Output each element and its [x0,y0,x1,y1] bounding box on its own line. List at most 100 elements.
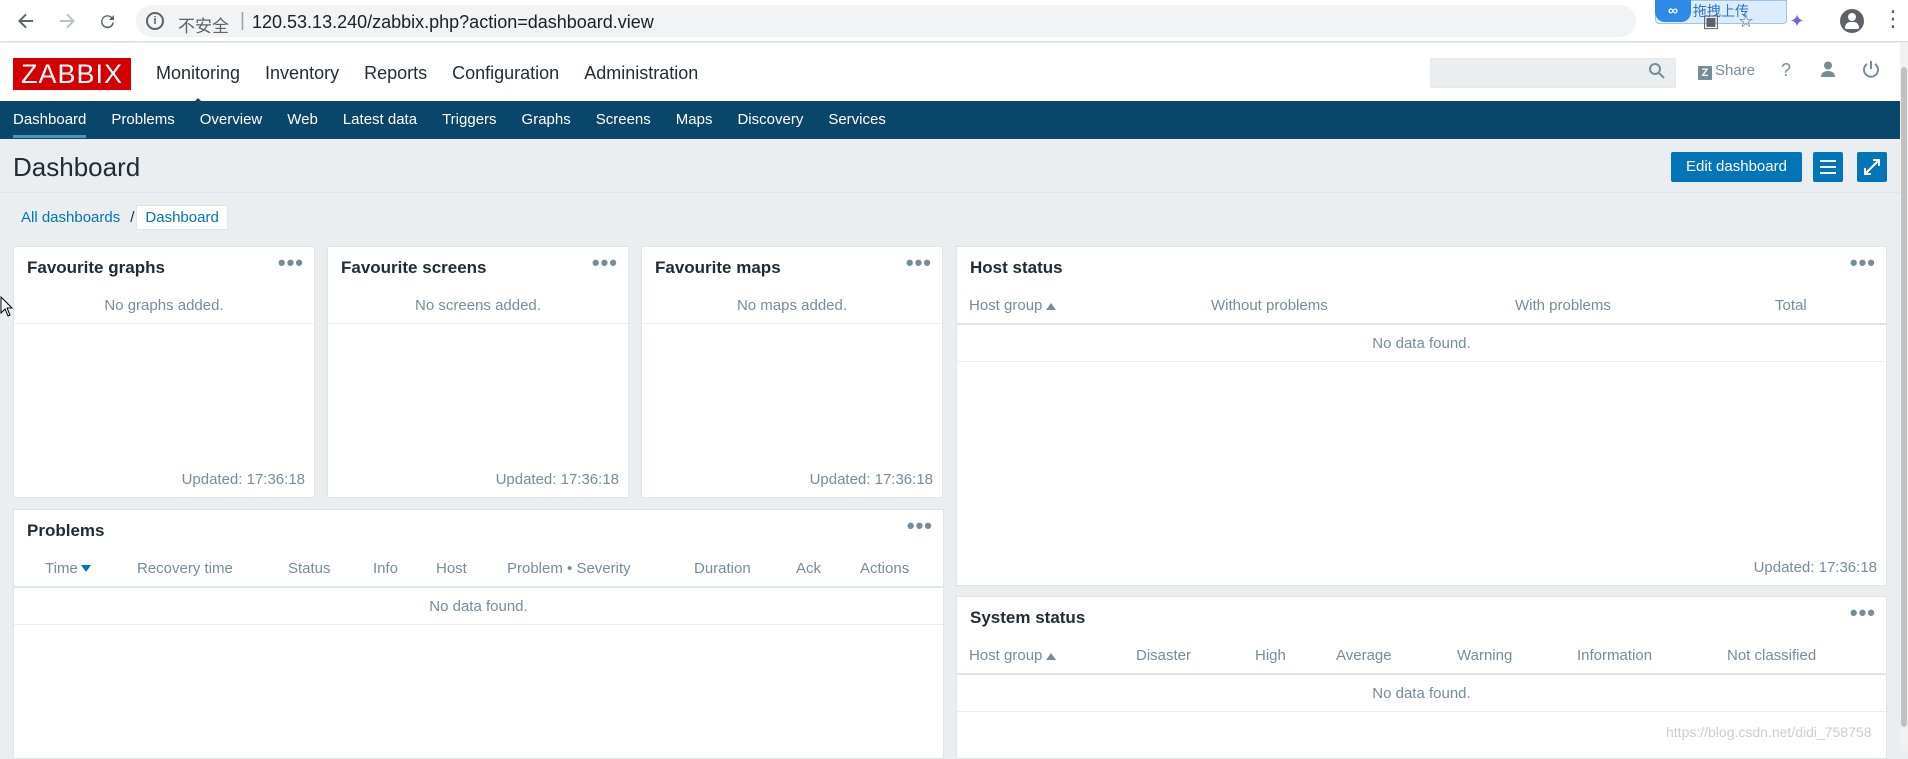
divider [957,711,1886,712]
sort-asc-icon [1046,653,1057,660]
widget-menu-icon[interactable]: ••• [1850,250,1876,276]
column-disaster: Disaster [1136,647,1192,664]
share-icon: Z [1698,66,1712,80]
divider [642,323,942,324]
column-host-group[interactable]: Host group [969,297,1057,314]
menu-monitoring[interactable]: Monitoring [156,63,240,106]
translate-icon[interactable]: ▣ [1700,10,1722,32]
edit-dashboard-button[interactable]: Edit dashboard [1671,152,1802,182]
breadcrumb-separator: / [130,209,135,226]
column-host: Host [436,560,467,577]
updated-time: Updated: 17:36:18 [495,471,619,488]
scrollbar-thumb[interactable] [1901,67,1907,727]
widget-favourite-graphs: Favourite graphs ••• No graphs added. Up… [13,246,315,498]
breadcrumb-all-dashboards[interactable]: All dashboards [13,205,128,230]
back-icon[interactable] [12,7,40,35]
widget-title: Favourite screens [341,258,487,277]
submenu-discovery[interactable]: Discovery [737,101,803,139]
submenu-services[interactable]: Services [828,101,886,139]
submenu-triggers[interactable]: Triggers [442,101,496,139]
dashboard-actions-button[interactable] [1813,152,1843,182]
cloud-extension-icon[interactable]: ∞ [1655,0,1691,22]
header-divider [0,192,1900,193]
fullscreen-button[interactable] [1857,152,1887,182]
column-with-problems: With problems [1515,297,1611,314]
search-icon[interactable] [1648,62,1668,82]
page-scrollbar[interactable] [1900,43,1908,751]
submenu-latest-data[interactable]: Latest data [343,101,417,139]
widget-title: Host status [970,258,1063,277]
address-bar[interactable]: i 不安全 | 120.53.13.240/zabbix.php?action=… [136,5,1636,37]
divider [14,323,314,324]
widget-menu-icon[interactable]: ••• [1850,600,1876,626]
extension-icon[interactable]: ✦ [1786,10,1808,32]
column-without-problems: Without problems [1211,297,1328,314]
updated-time: Updated: 17:36:18 [1753,559,1877,576]
empty-message: No data found. [1372,685,1471,702]
submenu-problems[interactable]: Problems [111,101,174,139]
menu-reports[interactable]: Reports [364,63,427,84]
updated-time: Updated: 17:36:18 [809,471,933,488]
submenu-dashboard[interactable]: Dashboard [13,101,87,139]
widget-title: Problems [27,521,105,540]
omnibox-separator: | [240,10,245,31]
forward-icon[interactable] [53,7,81,35]
empty-message: No data found. [429,598,528,615]
submenu-web[interactable]: Web [287,101,318,139]
zabbix-header: ZABBIX Monitoring Inventory Reports Conf… [0,43,1900,106]
column-host-group[interactable]: Host group [969,647,1057,664]
column-information: Information [1577,647,1653,664]
search-input[interactable] [1430,58,1676,88]
column-status: Status [288,560,331,577]
submenu-graphs[interactable]: Graphs [522,101,571,139]
breadcrumb-current[interactable]: Dashboard [136,205,228,230]
top-menu: Monitoring Inventory Reports Configurati… [156,63,723,106]
sub-menu: Dashboard Problems Overview Web Latest d… [0,101,1900,139]
widget-title: Favourite graphs [27,258,165,277]
reload-icon[interactable] [94,7,122,35]
submenu-maps[interactable]: Maps [676,101,713,139]
empty-message: No graphs added. [104,297,224,314]
bookmark-star-icon[interactable]: ☆ [1735,10,1757,32]
header-divider [957,673,1886,675]
sort-asc-icon [1046,303,1057,310]
page-title: Dashboard [13,152,141,182]
submenu-screens[interactable]: Screens [596,101,651,139]
header-divider [957,323,1886,325]
breadcrumb: All dashboards / Dashboard [13,205,228,230]
profile-icon[interactable] [1840,9,1864,33]
column-not-classified: Not classified [1727,647,1817,664]
empty-message: No maps added. [736,297,848,314]
browser-menu-icon[interactable]: ⋮ [1882,8,1904,30]
share-button[interactable]: Z Share [1698,62,1755,80]
column-info: Info [373,560,399,577]
widget-menu-icon[interactable]: ••• [278,250,304,276]
column-time[interactable]: Time [45,560,91,577]
column-ack: Ack [796,560,822,577]
submenu-overview[interactable]: Overview [200,101,263,139]
insecure-label: 不安全 [178,17,229,36]
sign-out-icon[interactable] [1860,60,1882,82]
widget-title: Favourite maps [655,258,781,277]
zabbix-logo[interactable]: ZABBIX [13,58,131,90]
watermark: https://blog.csdn.net/didi_758758 [1666,724,1872,740]
menu-inventory[interactable]: Inventory [265,63,339,84]
column-total: Total [1775,297,1807,314]
widget-menu-icon[interactable]: ••• [907,513,933,539]
column-duration: Duration [694,560,751,577]
widget-menu-icon[interactable]: ••• [906,250,932,276]
menu-configuration[interactable]: Configuration [452,63,559,84]
menu-administration[interactable]: Administration [584,63,698,84]
browser-toolbar: i 不安全 | 120.53.13.240/zabbix.php?action=… [0,0,1908,42]
info-icon[interactable]: i [146,12,164,30]
divider [328,323,628,324]
empty-message: No screens added. [415,297,541,314]
url-text[interactable]: 120.53.13.240/zabbix.php?action=dashboar… [252,12,654,33]
column-average: Average [1336,647,1392,664]
column-warning: Warning [1457,647,1513,664]
share-label: Share [1715,62,1756,79]
empty-message: No data found. [1372,335,1471,352]
help-icon[interactable]: ? [1775,60,1797,82]
widget-menu-icon[interactable]: ••• [592,250,618,276]
user-profile-icon[interactable] [1817,60,1839,82]
